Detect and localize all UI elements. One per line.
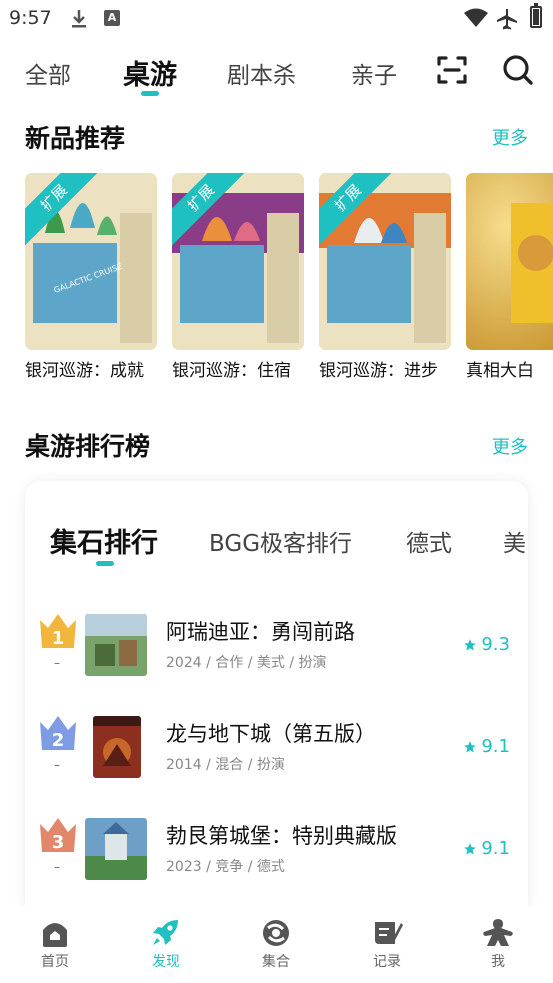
game-score: 9.1 <box>463 736 510 757</box>
ranking-card: 集石排行 BGG极客排行 德式 美 1 – 阿瑞迪亚：勇闯前路 2024 / 合… <box>25 481 528 921</box>
ranking-more-link[interactable]: 更多 <box>492 433 528 459</box>
product-card[interactable]: 扩展 银河巡游：住宿 <box>172 173 304 381</box>
new-products-more-link[interactable]: 更多 <box>492 124 528 150</box>
nav-me[interactable]: 我 <box>468 918 528 971</box>
home-icon <box>43 923 67 947</box>
star-icon <box>464 740 477 753</box>
tab-jishi-ranking[interactable]: 集石排行 <box>50 521 158 560</box>
rank-change: – <box>54 758 60 772</box>
new-products-title: 新品推荐 <box>25 124 126 153</box>
product-card[interactable]: 真相大白 <box>466 173 553 381</box>
tab-script-murder[interactable]: 剧本杀 <box>227 56 296 90</box>
rocket-icon <box>153 920 178 945</box>
game-thumbnail <box>85 614 147 676</box>
score-value: 9.1 <box>481 838 510 859</box>
tab-bgg-ranking[interactable]: BGG极客排行 <box>209 524 352 558</box>
product-name: 银河巡游：进步 <box>319 361 438 381</box>
product-name: 银河巡游：成就 <box>25 361 144 381</box>
tab-indicator <box>141 91 159 96</box>
tab-family[interactable]: 亲子 <box>351 56 397 90</box>
nav-collection[interactable]: 集合 <box>246 918 306 971</box>
nav-discover-label: 发现 <box>152 954 180 970</box>
game-score: 9.1 <box>463 838 510 859</box>
status-time: 9:57 <box>9 7 52 29</box>
scan-icon[interactable] <box>436 54 468 86</box>
product-cover-image <box>466 173 553 350</box>
nav-record-label: 记录 <box>373 954 401 970</box>
bronze-crown-icon: 3 <box>40 818 76 853</box>
star-icon <box>464 842 477 855</box>
svg-text:1: 1 <box>52 628 65 649</box>
game-score: 9.3 <box>463 634 510 655</box>
product-card[interactable]: GALACTIC CRUISE 扩展 银河巡游：成就 <box>25 173 157 381</box>
rank-change: – <box>54 656 60 670</box>
download-icon <box>72 10 86 28</box>
search-icon[interactable] <box>502 54 534 86</box>
nav-record[interactable]: 记录 <box>357 918 417 971</box>
tab-american-ranking[interactable]: 美 <box>503 524 526 558</box>
tab-euro-ranking[interactable]: 德式 <box>406 524 452 558</box>
record-icon <box>375 922 403 944</box>
silver-crown-icon: 2 <box>40 716 76 751</box>
status-bar: 9:57 A <box>0 0 553 38</box>
product-name: 真相大白 <box>466 361 534 381</box>
score-value: 9.1 <box>481 736 510 757</box>
game-thumbnail <box>85 818 147 880</box>
ranking-tab-indicator <box>96 561 114 566</box>
meeple-icon <box>483 919 513 946</box>
collection-icon <box>263 920 289 946</box>
game-title: 阿瑞迪亚：勇闯前路 <box>166 620 355 644</box>
product-cover-image: 扩展 <box>319 173 451 350</box>
ranking-row[interactable]: 1 – 阿瑞迪亚：勇闯前路 2024 / 合作 / 美式 / 扮演 9.3 <box>25 612 528 696</box>
svg-text:2: 2 <box>52 730 65 751</box>
svg-text:3: 3 <box>52 832 65 853</box>
nav-discover[interactable]: 发现 <box>136 918 196 971</box>
game-thumbnail <box>93 716 141 778</box>
gold-crown-icon: 1 <box>40 614 76 649</box>
tab-all[interactable]: 全部 <box>25 56 71 90</box>
product-name: 银河巡游：住宿 <box>172 361 291 381</box>
star-icon <box>464 638 477 651</box>
new-products-carousel: GALACTIC CRUISE 扩展 银河巡游：成就 扩展 银河巡游：住宿 扩展… <box>25 173 553 383</box>
game-meta: 2024 / 合作 / 美式 / 扮演 <box>166 655 327 671</box>
tab-boardgame[interactable]: 桌游 <box>123 53 177 92</box>
nav-home-label: 首页 <box>41 954 69 970</box>
game-meta: 2014 / 混合 / 扮演 <box>166 757 285 773</box>
bottom-navigation: 首页 发现 集合 记录 我 <box>0 906 553 983</box>
ranking-title: 桌游排行榜 <box>25 432 151 461</box>
wifi-icon <box>464 8 488 27</box>
nav-collection-label: 集合 <box>262 954 290 970</box>
category-tabs: 全部 桌游 剧本杀 亲子 <box>0 50 553 100</box>
product-card[interactable]: 扩展 银河巡游：进步 <box>319 173 451 381</box>
battery-icon <box>530 3 542 28</box>
product-cover-image: GALACTIC CRUISE 扩展 <box>25 173 157 350</box>
score-value: 9.3 <box>481 634 510 655</box>
a-badge-icon: A <box>104 10 120 26</box>
nav-me-label: 我 <box>491 954 505 970</box>
game-meta: 2023 / 竞争 / 德式 <box>166 859 285 875</box>
rank-change: – <box>54 860 60 874</box>
product-cover-image: 扩展 <box>172 173 304 350</box>
nav-home[interactable]: 首页 <box>25 918 85 971</box>
ranking-row[interactable]: 3 – 勃艮第城堡：特别典藏版 2023 / 竞争 / 德式 9.1 <box>25 816 528 900</box>
game-title: 勃艮第城堡：特别典藏版 <box>166 824 397 848</box>
ranking-row[interactable]: 2 – 龙与地下城（第五版） 2014 / 混合 / 扮演 9.1 <box>25 714 528 798</box>
airplane-icon <box>497 9 517 30</box>
game-title: 龙与地下城（第五版） <box>166 722 376 746</box>
